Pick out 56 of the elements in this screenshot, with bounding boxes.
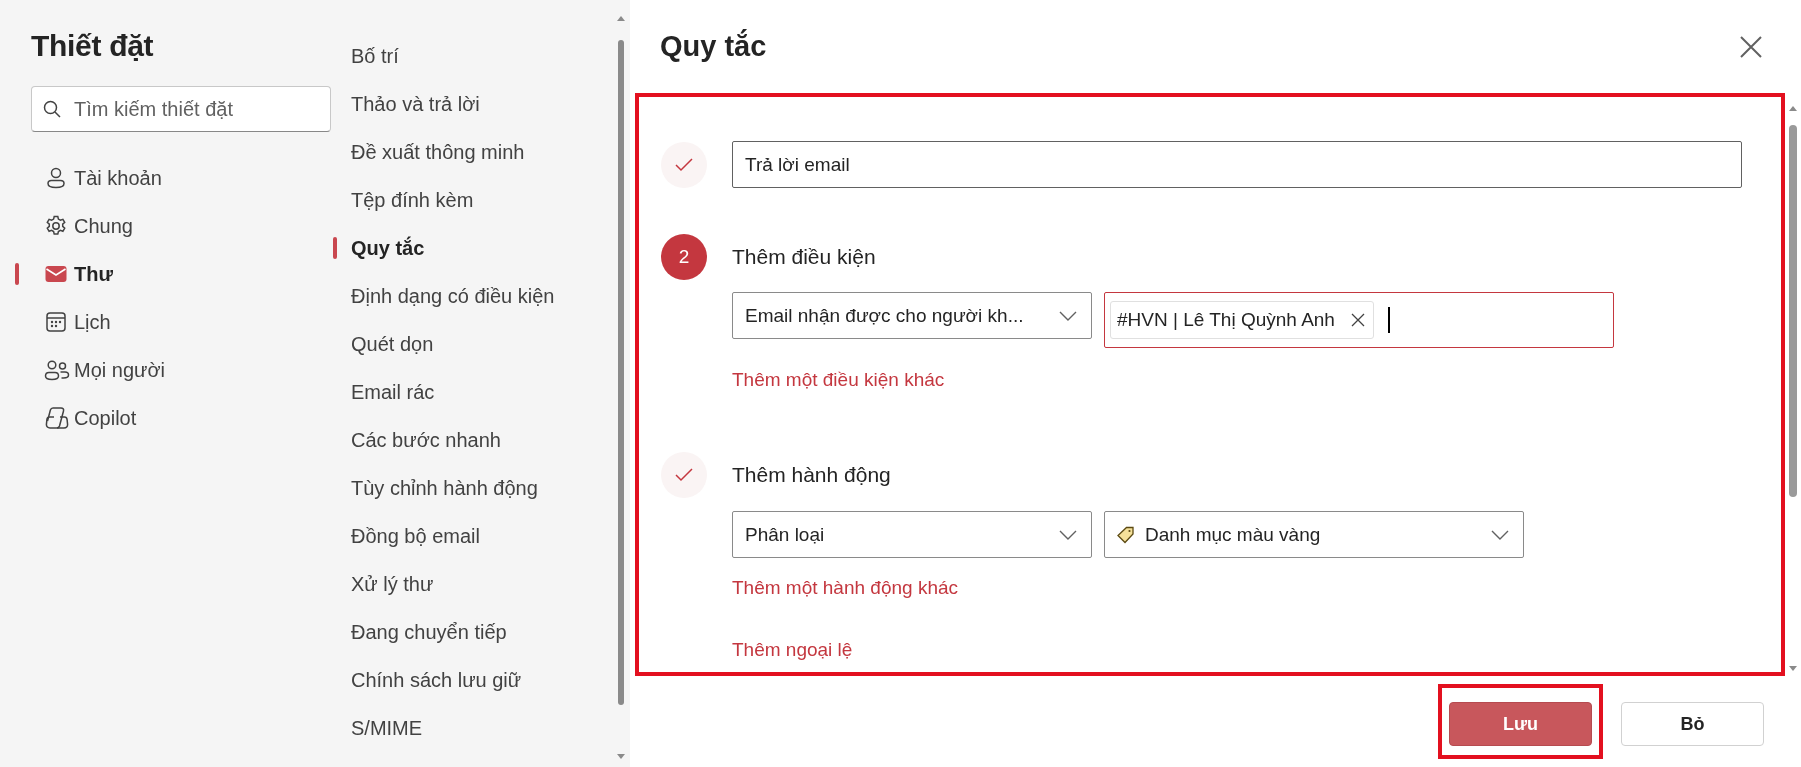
selection-indicator xyxy=(15,263,19,285)
settings-subcategory[interactable]: Quy tắc xyxy=(333,224,630,272)
token-label: #HVN | Lê Thị Quỳnh Anh xyxy=(1117,309,1335,331)
step-heading: Thêm hành động xyxy=(732,462,892,488)
search-field[interactable]: Tìm kiếm thiết đặt xyxy=(31,86,331,132)
dropdown[interactable]: Phân loại xyxy=(732,511,1092,558)
checkmark-icon xyxy=(675,157,693,172)
remove-icon[interactable] xyxy=(1350,313,1365,327)
settings-subcategory[interactable]: Bố trí xyxy=(333,32,630,80)
step-number: 2 xyxy=(661,234,707,280)
rule-name-field[interactable]: Trả lời email xyxy=(732,141,1742,188)
settings-title: Thiết đặt xyxy=(31,28,155,64)
chevron-down-icon xyxy=(1491,529,1509,540)
add-link[interactable]: Thêm một điều kiện khác xyxy=(732,369,945,391)
people-icon xyxy=(44,358,70,382)
chevron-down-icon xyxy=(1059,310,1077,321)
person-icon xyxy=(44,166,68,190)
settings-subcategory[interactable]: Các bước nhanh xyxy=(333,416,630,464)
recipient-token[interactable]: #HVN | Lê Thị Quỳnh Anh xyxy=(1110,301,1374,339)
settings-category[interactable]: Thư xyxy=(31,250,331,298)
settings-subcategory[interactable]: Đang chuyển tiếp xyxy=(333,608,630,656)
checkmark-icon xyxy=(675,468,693,482)
add-link[interactable]: Thêm ngoại lệ xyxy=(732,639,853,661)
settings-subcategory[interactable]: Xử lý thư xyxy=(333,560,630,608)
settings-subcategory[interactable]: Định dạng có điều kiện xyxy=(333,272,630,320)
discard-button[interactable]: Bỏ xyxy=(1621,702,1764,746)
interlocking-shapes-icon xyxy=(44,406,70,430)
settings-subcategory[interactable]: Tệp đính kèm xyxy=(333,176,630,224)
settings-subcategory[interactable]: Thảo và trả lời xyxy=(333,80,630,128)
calendar-icon xyxy=(44,310,68,334)
chevron-down-icon xyxy=(1059,529,1077,540)
settings-subcategory[interactable]: Quét dọn xyxy=(333,320,630,368)
step-heading: Thêm điều kiện xyxy=(732,244,877,270)
recipient-field[interactable]: #HVN | Lê Thị Quỳnh Anh xyxy=(1104,292,1614,348)
selection-indicator xyxy=(333,237,337,259)
settings-category[interactable]: Chung xyxy=(31,202,331,250)
close-button[interactable] xyxy=(1739,34,1763,59)
tag-icon xyxy=(1117,525,1135,544)
text-cursor xyxy=(1387,307,1390,333)
settings-subcategory[interactable]: S/MIME xyxy=(333,704,630,752)
save-button[interactable]: Lưu xyxy=(1449,702,1592,746)
add-link[interactable]: Thêm một hành động khác xyxy=(732,577,959,599)
close-icon xyxy=(1739,34,1763,59)
dropdown[interactable]: Email nhận được cho người kh... xyxy=(732,292,1092,339)
settings-subcategory[interactable]: Chính sách lưu giữ xyxy=(333,656,630,704)
settings-category[interactable]: Copilot xyxy=(31,394,331,442)
settings-category[interactable]: Tài khoản xyxy=(31,154,331,202)
settings-subcategory[interactable]: Đồng bộ email xyxy=(333,512,630,560)
category-dropdown[interactable]: Danh mục màu vàng xyxy=(1104,511,1524,558)
panel-title: Quy tắc xyxy=(660,30,767,63)
settings-subcategory[interactable]: Tùy chỉnh hành động xyxy=(333,464,630,512)
settings-category[interactable]: Lịch xyxy=(31,298,331,346)
gear-icon xyxy=(44,214,68,238)
settings-category[interactable]: Mọi người xyxy=(31,346,331,394)
settings-subcategory[interactable]: Email rác xyxy=(333,368,630,416)
settings-subcategory[interactable]: Đề xuất thông minh xyxy=(333,128,630,176)
